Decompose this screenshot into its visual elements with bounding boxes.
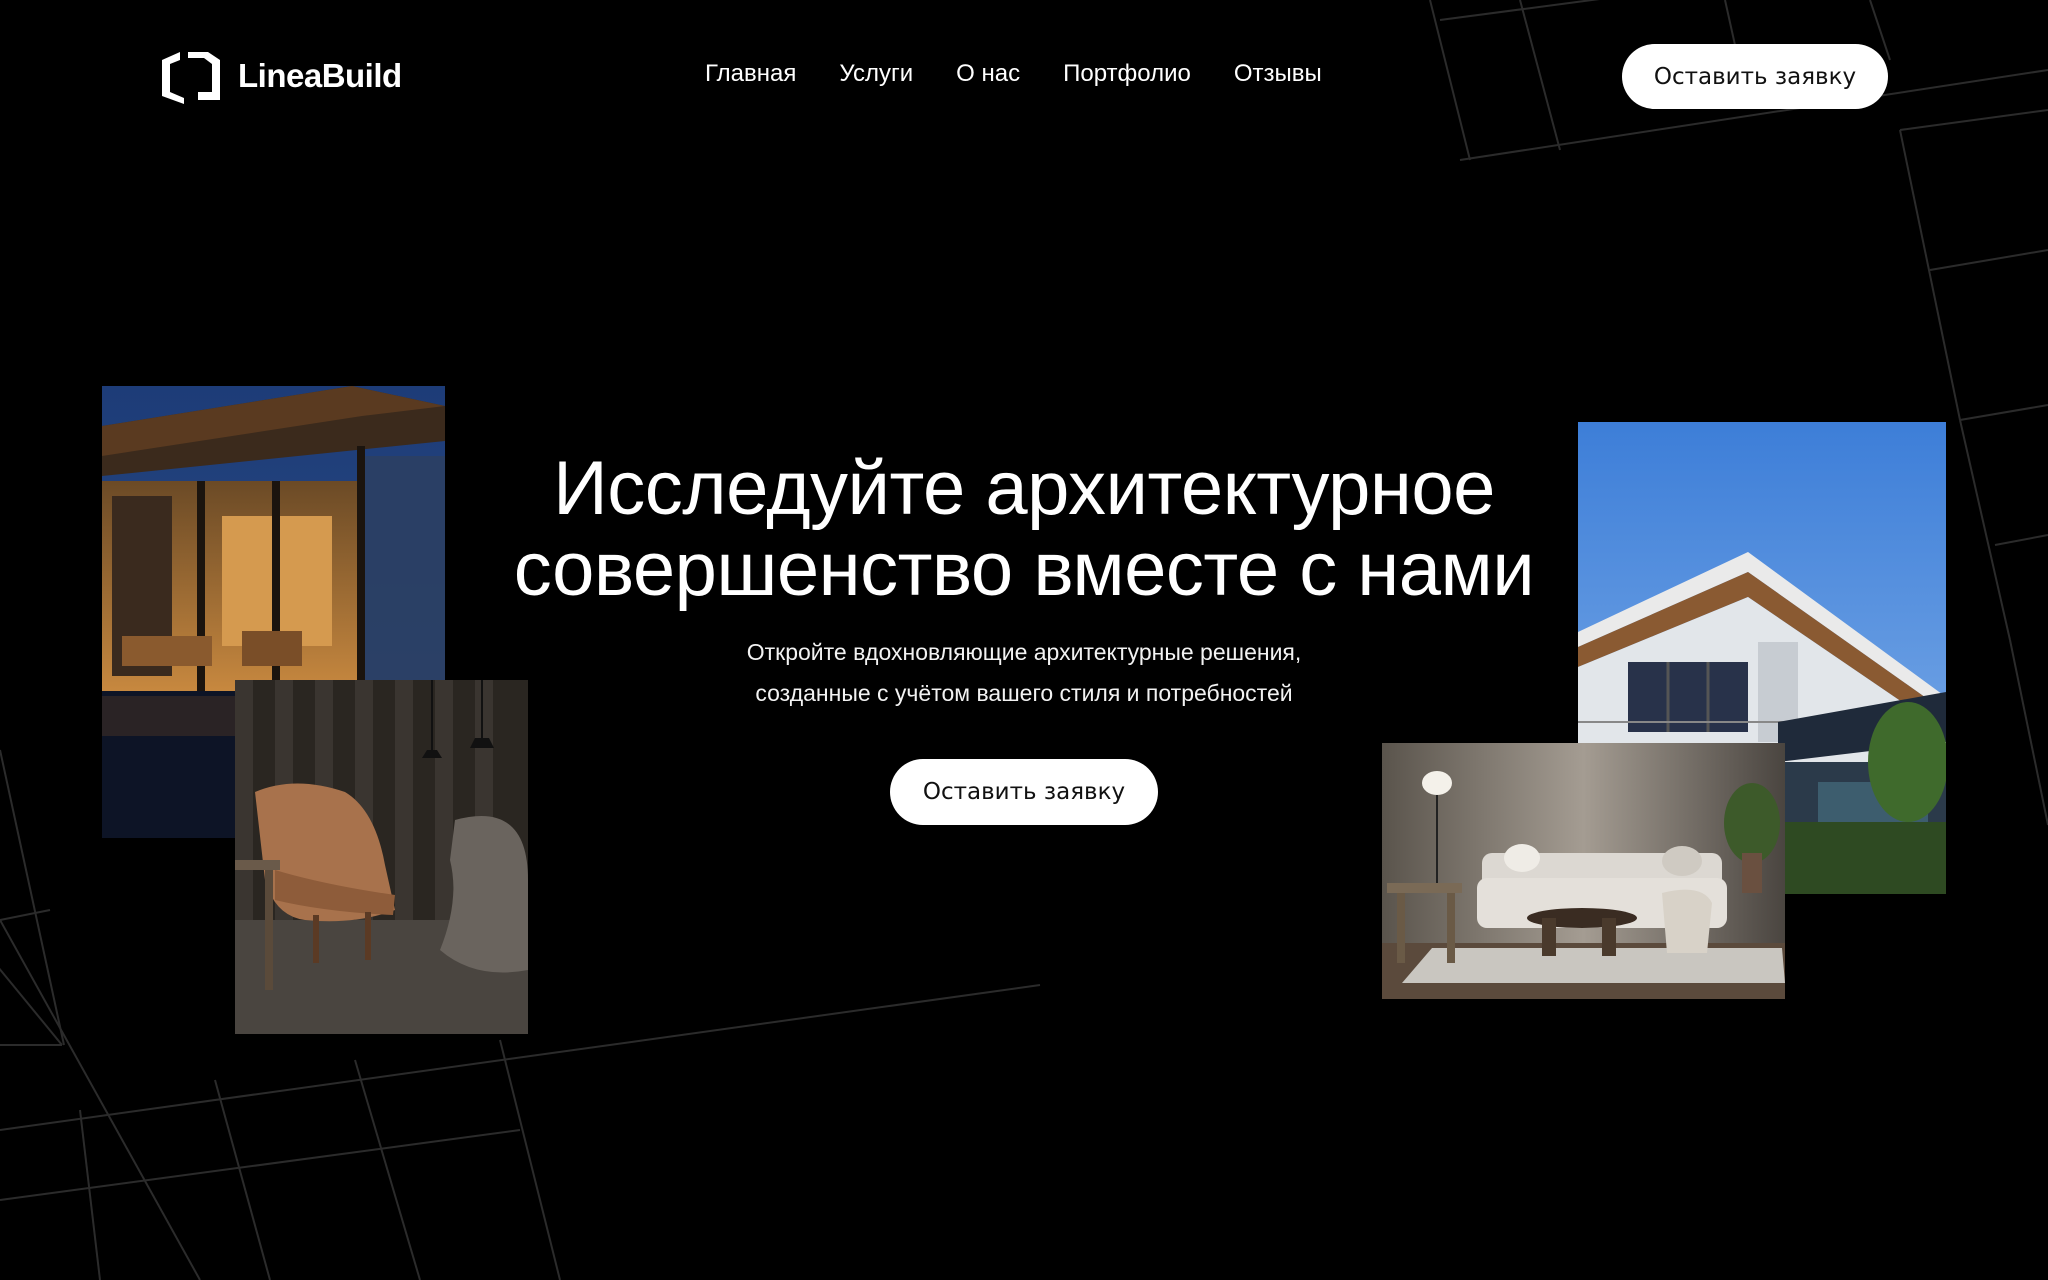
hero-title: Исследуйте архитектурное совершенство вм… bbox=[440, 448, 1608, 610]
nav-item-portfolio[interactable]: Портфолио bbox=[1063, 56, 1191, 92]
hero-title-line-1: Исследуйте архитектурное bbox=[553, 446, 1495, 531]
nav-item-reviews[interactable]: Отзывы bbox=[1234, 56, 1322, 92]
hero-subtitle-line-1: Откройте вдохновляющие архитектурные реш… bbox=[746, 639, 1302, 665]
nav-item-home[interactable]: Главная bbox=[705, 56, 796, 92]
lounge-chair-photo bbox=[235, 680, 528, 1034]
main-nav: Главная Услуги О нас Портфолио Отзывы bbox=[705, 56, 1322, 92]
living-room-photo bbox=[1382, 743, 1785, 999]
header-request-button[interactable]: Оставить заявку bbox=[1622, 44, 1888, 109]
hero-subtitle: Откройте вдохновляющие архитектурные реш… bbox=[520, 632, 1528, 714]
nav-item-about[interactable]: О нас bbox=[956, 56, 1020, 92]
linea-build-logo-icon bbox=[162, 52, 220, 104]
brand-name: LineaBuild bbox=[238, 57, 402, 94]
hero-request-button[interactable]: Оставить заявку bbox=[890, 759, 1158, 825]
nav-item-services[interactable]: Услуги bbox=[839, 56, 913, 92]
hero-subtitle-line-2: созданные с учётом вашего стиля и потреб… bbox=[755, 680, 1293, 706]
hero-title-line-2: совершенство вместе с нами bbox=[513, 527, 1535, 612]
brand-logo[interactable]: LineaBuild bbox=[158, 48, 402, 104]
